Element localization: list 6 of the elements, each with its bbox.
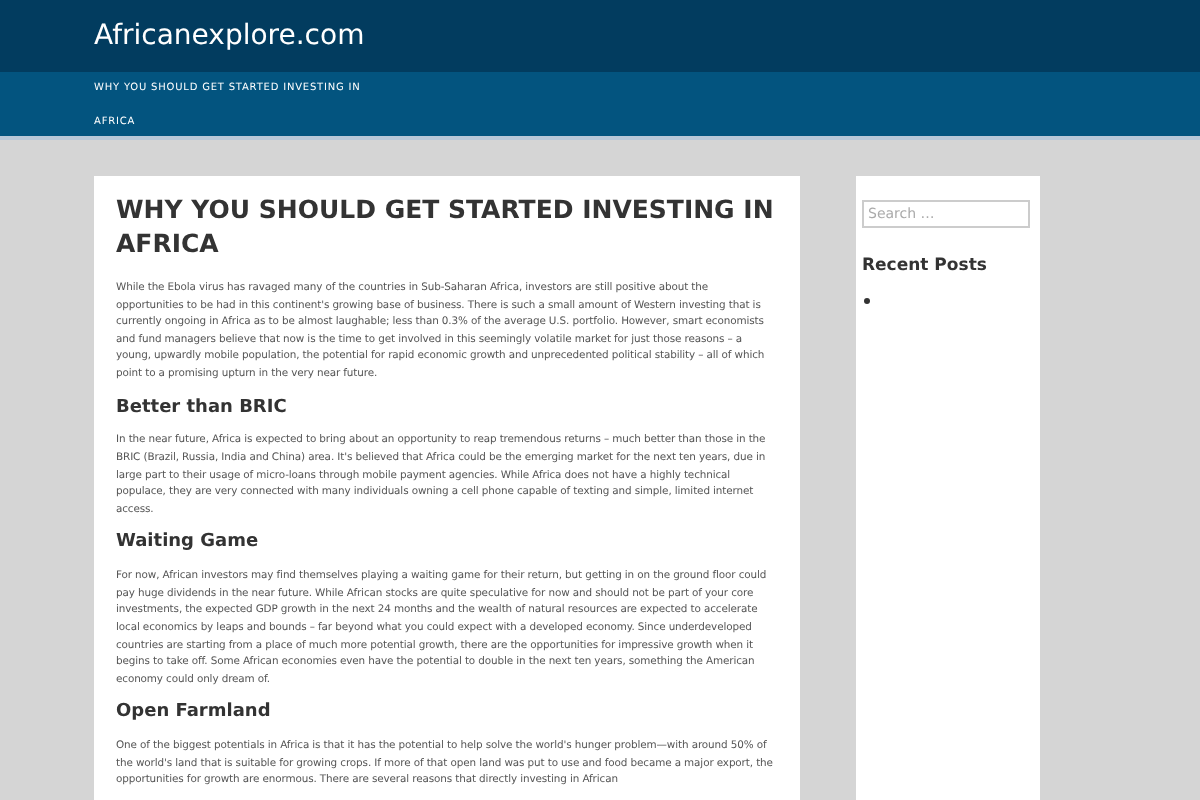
section-heading: Better than BRIC [116,397,289,419]
widget-title: Recent Posts [862,254,989,280]
bullet-icon [864,297,870,304]
article-title: WHY YOU SHOULD GET STARTED INVESTING IN AFRICA [116,192,776,260]
section-heading: Waiting Game [116,532,261,555]
section-heading: Open Farmland [116,702,273,725]
